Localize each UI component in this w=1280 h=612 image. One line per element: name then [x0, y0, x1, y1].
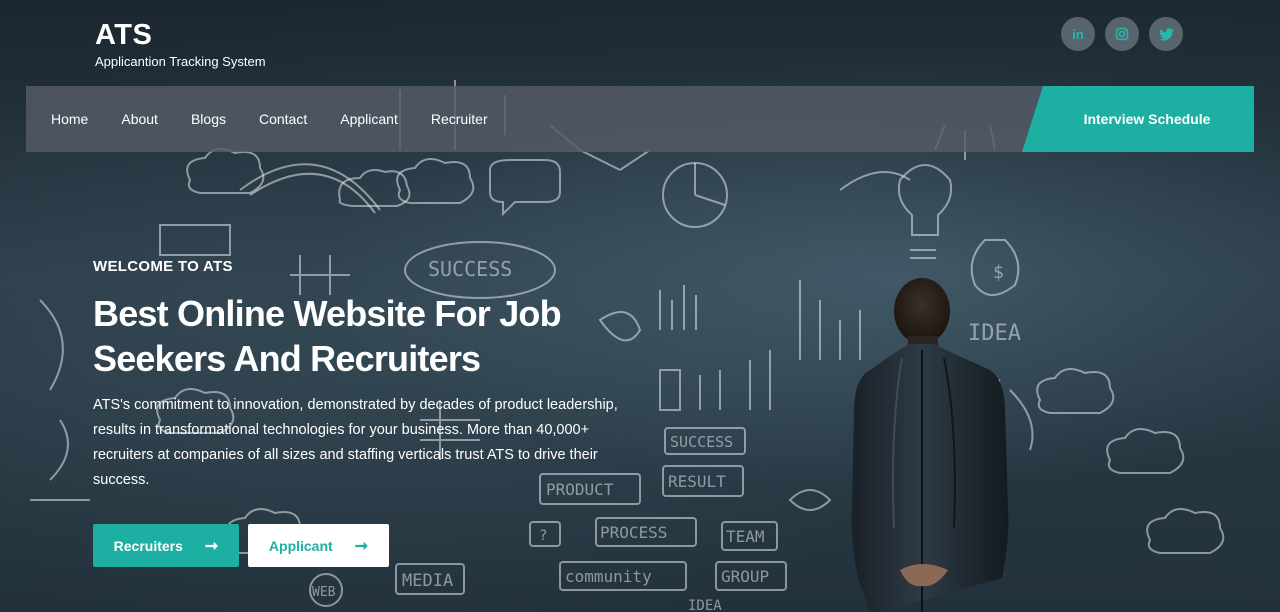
sketch-word-result: RESULT [668, 472, 726, 491]
nav-item-applicant[interactable]: Applicant [340, 111, 398, 127]
sketch-word-community: community [565, 567, 652, 586]
nav-item-blogs[interactable]: Blogs [191, 111, 226, 127]
sketch-word-team: TEAM [726, 527, 765, 546]
sketch-word-media: MEDIA [402, 571, 453, 591]
businessman-illustration [851, 278, 1009, 612]
recruiters-button[interactable]: Recruiters ➞ [93, 524, 239, 567]
arrow-right-icon: ➞ [354, 537, 369, 555]
sketch-word-group: GROUP [721, 567, 769, 586]
nav-links: Home About Blogs Contact Applicant Recru… [51, 86, 521, 152]
brand-title: ATS [95, 19, 153, 51]
sketch-word-idea-2: IDEA [688, 598, 722, 612]
sketch-question: ? [539, 528, 547, 544]
twitter-icon[interactable] [1149, 17, 1183, 51]
recruiters-button-label: Recruiters [113, 537, 183, 554]
sketch-word-web: WEB [312, 585, 336, 600]
nav-item-contact[interactable]: Contact [259, 111, 307, 127]
sketch-word-process: PROCESS [600, 523, 667, 542]
applicant-button-label: Applicant [268, 537, 333, 554]
main-navbar: Home About Blogs Contact Applicant Recru… [26, 86, 1254, 152]
hero-eyebrow: WELCOME TO ATS [93, 258, 233, 275]
brand-logo[interactable]: ATS Applicantion Tracking System [95, 18, 266, 69]
nav-item-recruiter[interactable]: Recruiter [431, 111, 488, 127]
brand-subtitle: Applicantion Tracking System [95, 54, 266, 69]
hero-content: WELCOME TO ATS Best Online Website For J… [93, 258, 633, 493]
instagram-glyph [1115, 27, 1129, 41]
applicant-button[interactable]: Applicant ➞ [248, 524, 389, 567]
arrow-right-icon: ➞ [204, 537, 219, 555]
nav-item-home[interactable]: Home [51, 111, 88, 127]
social-links: in [1061, 17, 1183, 51]
nav-item-about[interactable]: About [121, 111, 158, 127]
hero-buttons: Recruiters ➞ Applicant ➞ [93, 524, 389, 567]
sketch-word-success-2: SUCCESS [670, 433, 733, 451]
hero-headline: Best Online Website For Job Seekers And … [93, 293, 562, 379]
interview-schedule-button[interactable]: Interview Schedule [1022, 86, 1254, 152]
instagram-icon[interactable] [1105, 17, 1139, 51]
linkedin-icon[interactable]: in [1061, 17, 1095, 51]
hero-description: ATS's commitment to innovation, demonstr… [93, 397, 618, 488]
twitter-glyph [1158, 27, 1174, 41]
